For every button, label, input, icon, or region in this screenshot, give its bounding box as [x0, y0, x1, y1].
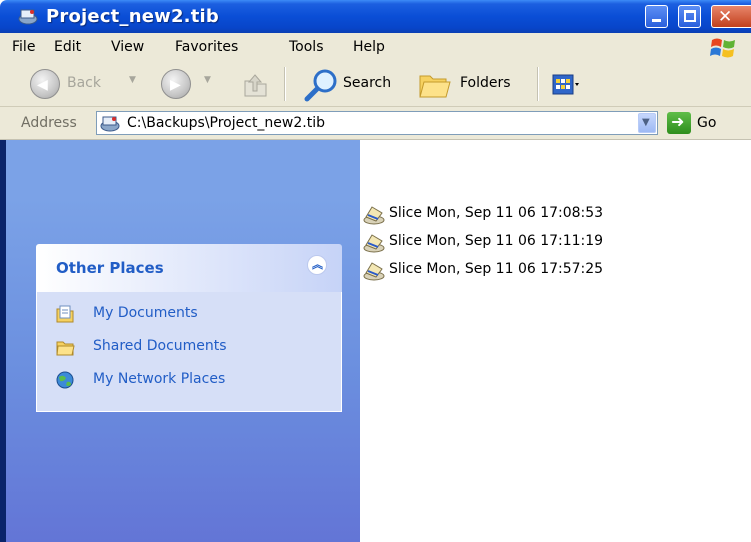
shared-documents-icon: [56, 341, 75, 356]
menu-edit[interactable]: Edit: [54, 39, 81, 55]
folders-icon[interactable]: [416, 70, 452, 100]
tib-archive-icon: [18, 9, 38, 25]
list-item[interactable]: Slice Mon, Sep 11 06 17:11:19: [362, 231, 682, 253]
forward-button[interactable]: ▶: [161, 69, 191, 99]
file-name: Slice Mon, Sep 11 06 17:08:53: [389, 205, 604, 221]
search-icon[interactable]: [303, 68, 339, 102]
menu-tools[interactable]: Tools: [289, 39, 324, 55]
my-documents-icon: [56, 305, 74, 323]
close-icon: ✕: [718, 7, 733, 27]
title-bar[interactable]: Project_new2.tib ✕: [0, 0, 751, 33]
search-button[interactable]: Search: [343, 75, 391, 91]
views-icon[interactable]: [552, 74, 580, 96]
tib-archive-icon: [100, 116, 120, 132]
other-places-header[interactable]: Other Places ︽: [36, 244, 342, 292]
list-item[interactable]: Slice Mon, Sep 11 06 17:08:53: [362, 203, 682, 225]
task-pane-top: [0, 140, 360, 198]
other-places-list: My Documents Shared Documents My Network…: [36, 292, 342, 412]
back-label[interactable]: Back: [67, 75, 101, 91]
list-item[interactable]: Slice Mon, Sep 11 06 17:57:25: [362, 259, 682, 281]
place-label: My Documents: [93, 305, 198, 321]
place-label: My Network Places: [93, 371, 226, 387]
toolbar-separator: [537, 67, 539, 101]
minimize-button[interactable]: [645, 5, 668, 28]
place-my-network-places[interactable]: My Network Places: [55, 370, 315, 392]
go-arrow-icon[interactable]: ➜: [667, 112, 691, 134]
back-dropdown-icon[interactable]: ▼: [129, 75, 136, 85]
windows-logo-icon: [710, 38, 735, 58]
back-arrow-icon: ◀: [37, 77, 48, 93]
menu-view[interactable]: View: [111, 39, 144, 55]
up-folder-icon[interactable]: [241, 71, 269, 99]
toolbar-separator: [284, 67, 286, 101]
toolbar: ◀ Back ▼ ▶ ▼ Search Folders: [0, 62, 751, 107]
menu-file[interactable]: File: [12, 39, 35, 55]
slice-icon: [363, 206, 385, 225]
back-button[interactable]: ◀: [30, 69, 60, 99]
folders-button[interactable]: Folders: [460, 75, 511, 91]
forward-arrow-icon: ▶: [170, 77, 181, 93]
minimize-icon: [652, 19, 661, 22]
file-name: Slice Mon, Sep 11 06 17:57:25: [389, 261, 604, 277]
slice-icon: [363, 234, 385, 253]
place-shared-documents[interactable]: Shared Documents: [55, 337, 315, 359]
address-input[interactable]: C:\Backups\Project_new2.tib ▼: [96, 111, 658, 135]
go-button[interactable]: Go: [697, 115, 716, 131]
forward-dropdown-icon[interactable]: ▼: [204, 75, 211, 85]
place-label: Shared Documents: [93, 338, 227, 354]
place-my-documents[interactable]: My Documents: [55, 304, 315, 326]
address-bar: Address C:\Backups\Project_new2.tib ▼ ➜ …: [0, 107, 751, 140]
address-value[interactable]: C:\Backups\Project_new2.tib: [127, 115, 325, 131]
menu-bar: File Edit View Favorites Tools Help: [0, 33, 751, 63]
file-name: Slice Mon, Sep 11 06 17:11:19: [389, 233, 604, 249]
other-places-panel: Other Places ︽ My Documents Shared Docum…: [36, 244, 342, 412]
close-button[interactable]: ✕: [711, 5, 751, 28]
address-dropdown-button[interactable]: ▼: [638, 113, 656, 133]
address-label: Address: [21, 115, 77, 131]
window-title: Project_new2.tib: [46, 6, 219, 27]
menu-help[interactable]: Help: [353, 39, 385, 55]
task-pane-edge: [0, 140, 6, 542]
menu-favorites[interactable]: Favorites: [175, 39, 238, 55]
chevron-down-icon: ▼: [642, 117, 650, 128]
network-places-icon: [56, 371, 74, 389]
maximize-button[interactable]: [678, 5, 701, 28]
other-places-title: Other Places: [56, 259, 164, 277]
maximize-icon: [684, 10, 696, 22]
explorer-window: Project_new2.tib ✕ File Edit View Favori…: [0, 0, 751, 542]
collapse-icon[interactable]: ︽: [307, 255, 327, 275]
slice-icon: [363, 262, 385, 281]
